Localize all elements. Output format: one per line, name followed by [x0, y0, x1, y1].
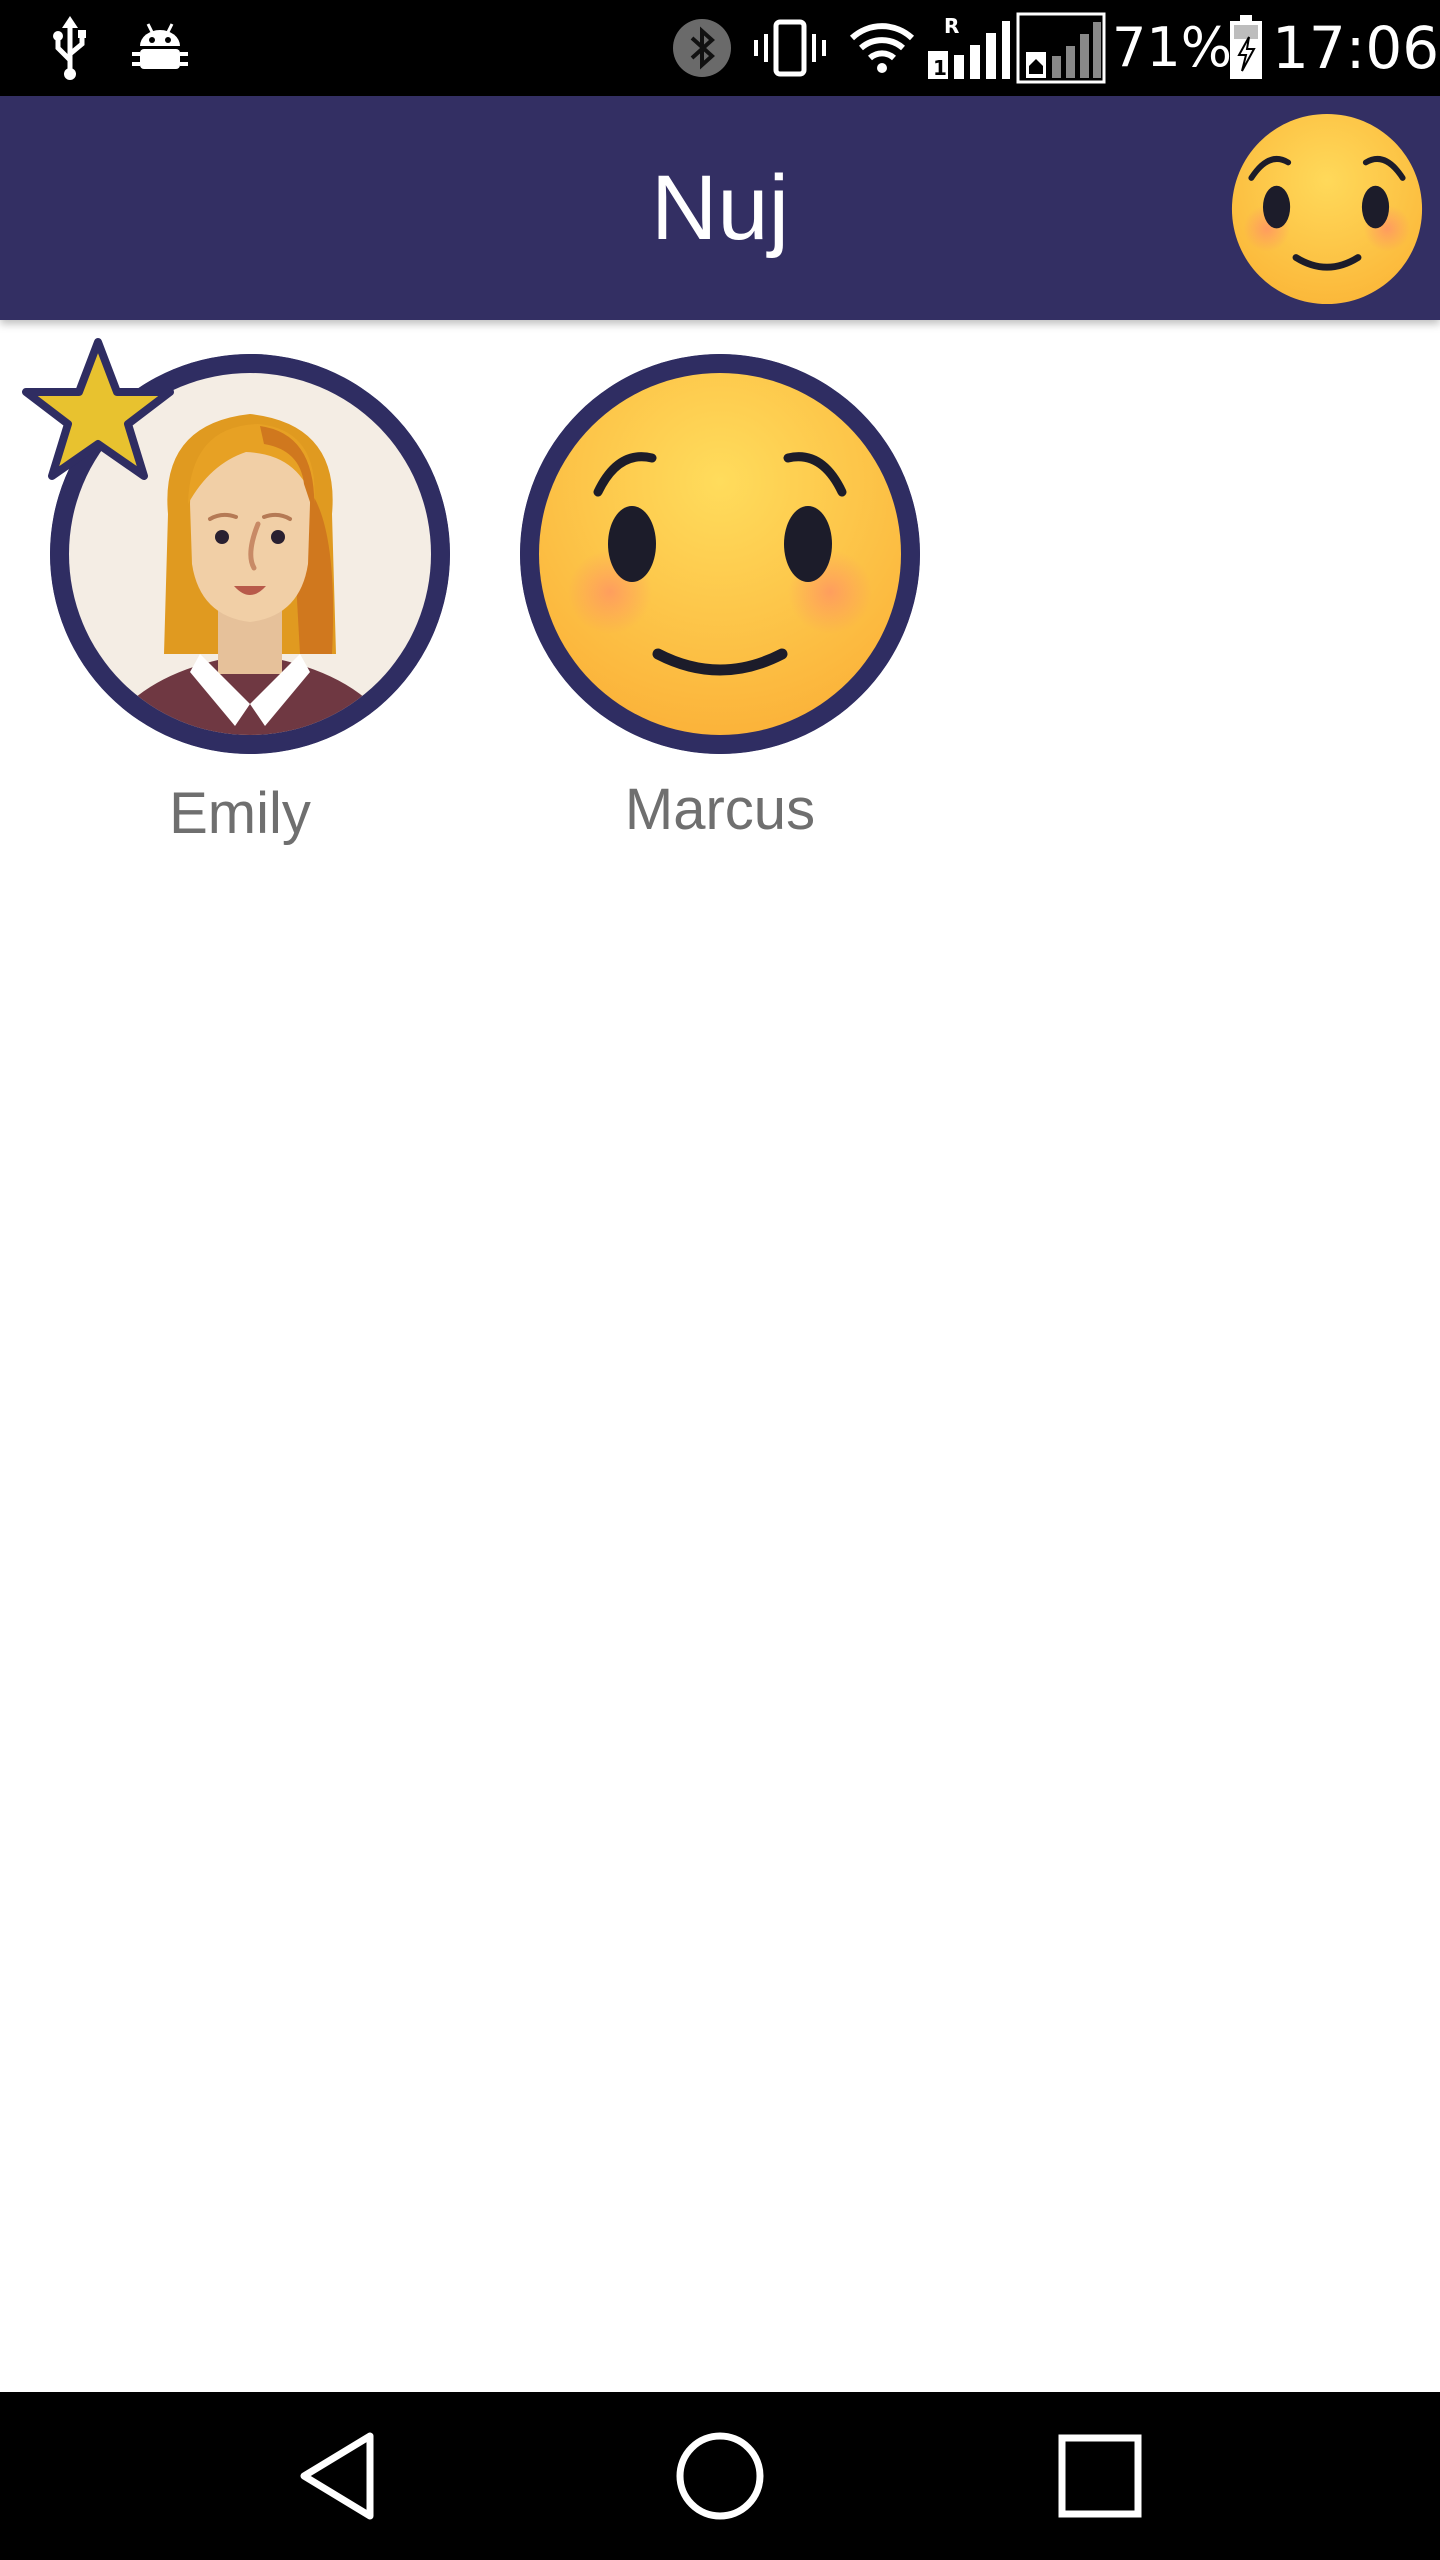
- battery-charging-icon: [1226, 0, 1266, 96]
- status-bar: R 1 71% 17:06: [0, 0, 1440, 96]
- recent-apps-button[interactable]: [1000, 2392, 1200, 2560]
- wifi-icon: [846, 0, 918, 96]
- signal-sim1-icon: R 1: [922, 0, 1012, 96]
- smiley-face-icon: [520, 354, 920, 754]
- app-screen: R 1 71% 17:06 Nuj Emily Marcus: [0, 0, 1440, 2560]
- favorite-star-icon: [20, 334, 180, 494]
- contact-name: Marcus: [624, 777, 816, 842]
- avatar: [520, 354, 920, 754]
- bluetooth-icon: [670, 0, 734, 96]
- vibrate-icon: [750, 0, 830, 96]
- battery-percent: 71%: [1112, 16, 1233, 79]
- roaming-indicator: R: [944, 15, 959, 38]
- app-bar: Nuj: [0, 96, 1440, 320]
- smiley-face-icon: [1231, 113, 1423, 305]
- contact-emily[interactable]: Emily: [20, 338, 460, 860]
- back-button[interactable]: [240, 2392, 440, 2560]
- back-icon: [300, 2432, 374, 2520]
- navigation-bar: [0, 2392, 1440, 2560]
- contact-name: Emily: [169, 781, 311, 846]
- clock: 17:06: [1272, 14, 1440, 82]
- app-title: Nuj: [650, 157, 790, 259]
- home-button[interactable]: [620, 2392, 820, 2560]
- svg-text:1: 1: [933, 56, 947, 80]
- usb-icon: [44, 0, 96, 96]
- profile-button[interactable]: [1230, 112, 1424, 306]
- android-debug-icon: [130, 0, 190, 96]
- recent-apps-icon: [1058, 2434, 1142, 2518]
- home-icon: [676, 2432, 764, 2520]
- signal-sim2-icon: [1016, 0, 1106, 96]
- contact-marcus[interactable]: Marcus: [500, 340, 940, 860]
